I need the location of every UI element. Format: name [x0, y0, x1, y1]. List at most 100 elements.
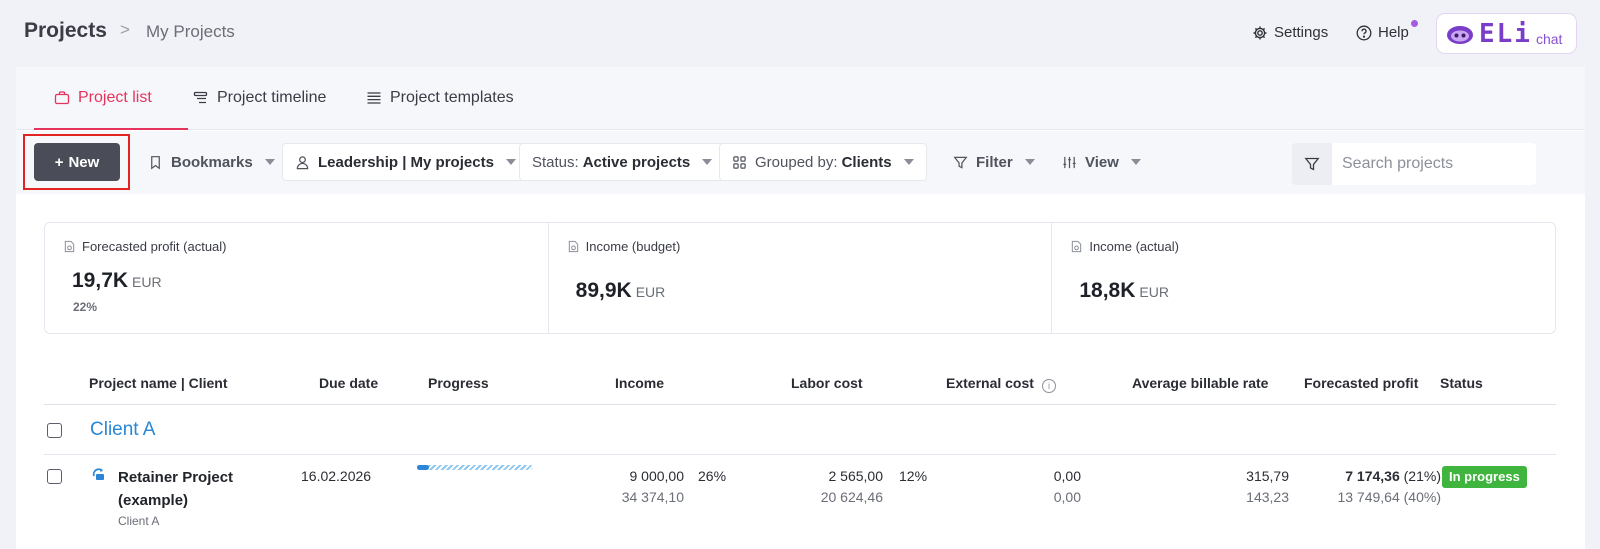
funnel-icon — [953, 156, 968, 169]
info-icon[interactable]: i — [1041, 379, 1056, 393]
kpi-label: Forecasted profit (actual) — [82, 239, 227, 254]
table-row[interactable]: Retainer Project (example) Client A 16.0… — [44, 455, 1556, 549]
top-bar: Projects > My Projects Settings Help ELi… — [0, 0, 1600, 66]
col-header-progress[interactable]: Progress — [428, 375, 489, 391]
tab-label: Project timeline — [217, 89, 327, 106]
col-header-income[interactable]: Income — [615, 375, 664, 391]
kpi-card-income-budget: Income (budget) 89,9K EUR — [549, 223, 1053, 333]
notification-dot — [1411, 20, 1418, 27]
sliders-icon — [1063, 156, 1076, 168]
kpi-value-row: 89,9K EUR — [576, 279, 666, 303]
kpi-percentage: 22% — [73, 300, 98, 314]
chevron-down-icon — [1130, 159, 1141, 165]
kpi-value-row: 19,7K EUR — [72, 269, 162, 293]
income-percentage: 26% — [698, 468, 727, 484]
toolbar: + New Bookmarks Leadership | My projects… — [16, 131, 1585, 194]
funnel-icon — [1304, 157, 1320, 171]
tab-project-list[interactable]: Project list — [54, 89, 152, 107]
eli-chat-button[interactable]: ELi chat — [1436, 13, 1577, 54]
eli-chat-label: chat — [1535, 30, 1563, 47]
retainer-project-icon — [92, 468, 104, 480]
income-budget: 34 374,10 — [621, 489, 684, 505]
col-header-due-date[interactable]: Due date — [319, 375, 378, 391]
labor-cost-percentage: 12% — [899, 468, 928, 484]
document-coin-icon — [1072, 240, 1082, 253]
project-client: Client A — [118, 514, 160, 528]
group-by-value: Clients — [841, 153, 892, 171]
chevron-down-icon — [264, 159, 275, 165]
search-filter-button[interactable] — [1292, 143, 1332, 185]
timeline-icon — [193, 91, 208, 104]
labor-cost-budget: 20 624,46 — [820, 489, 883, 505]
chevron-down-icon — [505, 159, 516, 165]
gear-icon — [1253, 26, 1267, 39]
progress-bar — [417, 465, 533, 470]
view-options-dropdown[interactable]: View — [1062, 143, 1141, 181]
briefcase-icon — [54, 91, 70, 105]
kpi-value: 89,9K — [575, 279, 632, 302]
income-actual: 9 000,00 — [629, 468, 685, 484]
col-header-external-cost[interactable]: External cost i — [946, 375, 1056, 393]
col-header-name[interactable]: Project name | Client — [89, 375, 228, 391]
group-by-prefix: Grouped by: — [755, 153, 838, 171]
bookmarks-dropdown[interactable]: Bookmarks — [148, 143, 275, 181]
group-name-link[interactable]: Client A — [90, 419, 155, 441]
table-header: Project name | Client Due date Progress … — [44, 367, 1556, 405]
kpi-label-row: Income (budget) — [567, 239, 681, 254]
user-icon — [296, 155, 309, 169]
kpi-label-row: Income (actual) — [1070, 239, 1179, 254]
bookmark-icon — [151, 155, 160, 170]
saved-view-label: Leadership | My projects — [318, 153, 494, 171]
eli-logo: ELi — [1479, 18, 1532, 49]
tab-project-templates[interactable]: Project templates — [366, 89, 514, 107]
group-row: Client A — [44, 407, 1556, 455]
external-cost-budget: 0,00 — [1053, 489, 1081, 505]
project-name-link[interactable]: Retainer Project (example) — [118, 466, 268, 512]
status-prefix: Status: — [532, 153, 579, 171]
row-checkbox[interactable] — [47, 469, 62, 484]
chevron-down-icon — [1024, 159, 1035, 165]
progress-fill — [417, 465, 429, 470]
settings-link[interactable]: Settings — [1252, 24, 1328, 41]
document-coin-icon — [64, 240, 75, 253]
grid-icon — [733, 155, 746, 169]
help-link[interactable]: Help — [1356, 24, 1409, 41]
breadcrumb-current: My Projects — [146, 22, 235, 41]
status-badge[interactable]: In progress — [1442, 466, 1527, 488]
kpi-label: Income (budget) — [585, 239, 681, 254]
main-panel: Project list Project timeline Project te… — [16, 67, 1585, 549]
chevron-down-icon — [903, 159, 914, 165]
labor-cost-actual: 2 565,00 — [828, 468, 884, 484]
kpi-card-income-actual: Income (actual) 18,8K EUR — [1052, 223, 1555, 333]
status-value: Active projects — [582, 153, 691, 171]
help-label: Help — [1378, 24, 1409, 41]
group-by-dropdown[interactable]: Grouped by: Clients — [719, 143, 927, 181]
col-header-status[interactable]: Status — [1440, 375, 1483, 391]
tab-project-timeline[interactable]: Project timeline — [193, 89, 326, 107]
forecasted-profit-pct: (21%) — [1403, 468, 1441, 484]
avg-rate-actual: 315,79 — [1246, 468, 1289, 484]
filter-dropdown[interactable]: Filter — [953, 143, 1035, 181]
forecasted-profit-actual: 7 174,36 (21%) — [1345, 468, 1441, 484]
kpi-label: Income (actual) — [1089, 239, 1179, 254]
kpi-value-row: 18,8K EUR — [1079, 279, 1169, 303]
settings-label: Settings — [1274, 24, 1329, 41]
col-header-labor-cost[interactable]: Labor cost — [791, 375, 863, 391]
view-label: View — [1085, 153, 1119, 171]
document-coin-icon — [568, 240, 578, 253]
filter-label: Filter — [976, 153, 1013, 171]
kpi-value: 18,8K — [1079, 279, 1136, 302]
col-header-forecasted-profit[interactable]: Forecasted profit — [1304, 375, 1418, 391]
kpi-card-forecasted-profit: Forecasted profit (actual) 19,7K EUR 22% — [45, 223, 549, 333]
tab-label: Project templates — [390, 89, 514, 106]
col-header-avg-rate[interactable]: Average billable rate — [1132, 375, 1268, 391]
search-input[interactable] — [1332, 143, 1536, 185]
group-checkbox[interactable] — [47, 423, 62, 438]
page-title[interactable]: Projects — [24, 19, 107, 43]
forecasted-profit-value: 7 174,36 — [1345, 468, 1400, 484]
breadcrumb-chevron-icon: > — [120, 20, 130, 39]
status-filter-dropdown[interactable]: Status: Active projects — [519, 143, 726, 181]
due-date: 16.02.2026 — [301, 468, 372, 484]
saved-view-selector[interactable]: Leadership | My projects — [282, 143, 529, 181]
bookmarks-label: Bookmarks — [171, 153, 253, 171]
